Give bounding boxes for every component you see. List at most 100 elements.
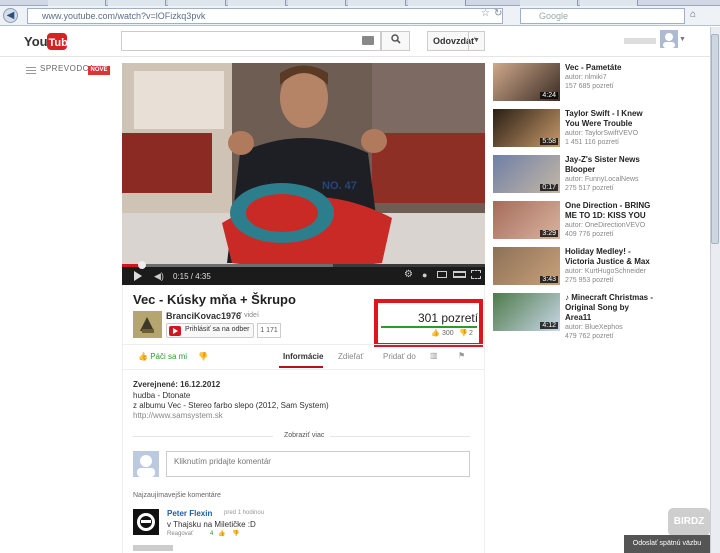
search-button[interactable] bbox=[381, 31, 410, 51]
youtube-logo[interactable]: You Tube bbox=[24, 31, 67, 52]
flag-icon[interactable]: ⚑ bbox=[458, 351, 465, 360]
time-display: 0:15 / 4:35 bbox=[173, 272, 211, 281]
star-icon[interactable]: ☆ bbox=[481, 8, 490, 19]
browser-navbar: ◀ www.youtube.com/watch?v=lOFizkq3pvk ☆ … bbox=[0, 6, 720, 26]
description-link[interactable]: http://www.samsystem.sk bbox=[133, 411, 223, 420]
tab-info[interactable]: Informácie bbox=[283, 352, 323, 361]
published-date: Zverejnené: 16.12.2012 bbox=[133, 380, 221, 389]
tab-share[interactable]: Zdieľať bbox=[338, 352, 363, 361]
youtube-search-input[interactable] bbox=[121, 31, 381, 51]
like-button[interactable]: 👍 Páči sa mi bbox=[138, 352, 187, 361]
commenter-avatar bbox=[133, 451, 159, 477]
account-menu-icon[interactable]: ▼ bbox=[679, 36, 686, 43]
stats-icon[interactable]: ▥ bbox=[430, 351, 438, 360]
search-placeholder: Google bbox=[539, 11, 569, 21]
avatar[interactable] bbox=[660, 30, 678, 48]
video-thumbnail[interactable]: 4:12 bbox=[493, 293, 560, 331]
guide-link[interactable]: SPREVODCA bbox=[40, 64, 95, 78]
related-video-title[interactable]: Vec - Pametáte bbox=[565, 63, 655, 73]
chevron-down-icon[interactable]: ▼ bbox=[468, 32, 480, 50]
gear-icon[interactable]: ⚙ bbox=[404, 269, 413, 280]
wide-player-icon[interactable] bbox=[453, 271, 466, 278]
related-video-author: autor: nlmiki7 bbox=[565, 74, 607, 81]
video-thumbnail[interactable]: 3:29 bbox=[493, 201, 560, 239]
related-video-author: autor: OneDirectionVEVO bbox=[565, 222, 646, 229]
related-video-item[interactable]: 4:12 ♪ Minecraft Christmas - Original Son… bbox=[493, 293, 655, 340]
home-icon[interactable]: ⌂ bbox=[690, 9, 696, 20]
video-duration: 3:43 bbox=[540, 276, 558, 283]
video-title: Vec - Kúsky mňa + Škrupo bbox=[133, 292, 296, 307]
comment-author-avatar[interactable] bbox=[133, 509, 159, 535]
channel-avatar[interactable] bbox=[133, 311, 162, 338]
related-video-views: 275 953 pozretí bbox=[565, 277, 614, 284]
url-text: www.youtube.com/watch?v=lOFizkq3pvk bbox=[42, 11, 206, 21]
small-player-icon[interactable] bbox=[437, 271, 447, 278]
reload-icon[interactable]: ↻ bbox=[494, 8, 502, 19]
username[interactable] bbox=[624, 38, 656, 44]
search-icon bbox=[390, 34, 401, 44]
address-bar[interactable]: www.youtube.com/watch?v=lOFizkq3pvk bbox=[27, 8, 503, 24]
comment-text: v Thajsku na Miletičke :D bbox=[167, 520, 256, 529]
feedback-button[interactable]: Odoslať spätnú väzbu bbox=[624, 535, 710, 553]
related-video-item[interactable]: 3:43 Holiday Medley! - Victoria Justice &… bbox=[493, 247, 653, 291]
related-video-views: 157 685 pozretí bbox=[565, 83, 614, 90]
divider bbox=[133, 436, 273, 437]
related-video-title[interactable]: ♪ Minecraft Christmas - Original Song by… bbox=[565, 293, 655, 323]
related-video-item[interactable]: 4:24 Vec - Pametáte autor: nlmiki7 157 685 … bbox=[493, 63, 653, 107]
video-thumbnail[interactable]: 4:24 bbox=[493, 63, 560, 101]
related-video-author: autor: FunnyLocalNews bbox=[565, 176, 639, 183]
annotations-icon[interactable]: ● bbox=[422, 270, 427, 280]
svg-text:You: You bbox=[24, 34, 48, 49]
related-video-views: 479 762 pozretí bbox=[565, 333, 614, 340]
dislike-button[interactable]: 👎 bbox=[198, 352, 208, 361]
comment-placeholder: Kliknutím pridajte komentár bbox=[174, 457, 271, 466]
comment-author[interactable]: Peter Flexin bbox=[167, 509, 212, 518]
comment-time: pred 1 hodinou bbox=[224, 510, 265, 516]
subscribe-button[interactable]: Prihlásiť sa na odber bbox=[166, 323, 254, 338]
volume-icon[interactable]: ◀) bbox=[154, 271, 164, 282]
video-duration: 4:12 bbox=[540, 322, 558, 329]
related-video-title[interactable]: Holiday Medley! - Victoria Justice & Max bbox=[565, 247, 655, 267]
comment-input[interactable]: Kliknutím pridajte komentár bbox=[166, 451, 470, 477]
masthead: You Tube Odovzdať ▼ ▼ bbox=[0, 27, 720, 57]
show-more-button[interactable]: Zobraziť viac bbox=[284, 432, 324, 439]
reply-link[interactable]: Reagovať bbox=[167, 531, 193, 537]
video-thumbnail[interactable]: 5:58 bbox=[493, 109, 560, 147]
related-video-title[interactable]: One Direction - BRING ME TO 1D: KISS YOU bbox=[565, 201, 655, 221]
watermark-logo: BIRDZ bbox=[668, 508, 710, 536]
fullscreen-icon[interactable] bbox=[471, 270, 481, 279]
scrubber-handle[interactable] bbox=[137, 261, 146, 269]
thumbs-down-icon[interactable]: 👎 bbox=[232, 530, 239, 537]
subscribe-label: Prihlásiť sa na odber bbox=[185, 326, 250, 333]
video-frame: NO. 47 bbox=[122, 63, 485, 285]
guide-menu-icon[interactable] bbox=[26, 67, 36, 74]
video-player[interactable]: NO. 47 bbox=[122, 63, 485, 285]
related-video-item[interactable]: 3:29 One Direction - BRING ME TO 1D: KISS… bbox=[493, 201, 653, 245]
back-icon[interactable]: ◀ bbox=[3, 8, 18, 23]
video-duration: 5:58 bbox=[540, 138, 558, 145]
related-video-title[interactable]: Jay-Z's Sister News Blooper bbox=[565, 155, 655, 175]
related-video-author: autor: BlueXephos bbox=[565, 324, 623, 331]
channel-name[interactable]: BranciKovac1976 bbox=[166, 311, 241, 321]
play-icon[interactable] bbox=[134, 271, 142, 281]
video-thumbnail[interactable]: 0:17 bbox=[493, 155, 560, 193]
related-video-item[interactable]: 5:58 Taylor Swift - I Knew You Were Troub… bbox=[493, 109, 653, 153]
divider bbox=[122, 344, 485, 345]
video-thumbnail[interactable]: 3:43 bbox=[493, 247, 560, 285]
related-video-title[interactable]: Taylor Swift - I Knew You Were Trouble bbox=[565, 109, 655, 129]
video-duration: 3:29 bbox=[540, 230, 558, 237]
video-duration: 4:24 bbox=[540, 92, 558, 99]
upload-button[interactable]: Odovzdať ▼ bbox=[427, 31, 485, 51]
scrollbar-thumb[interactable] bbox=[711, 34, 719, 244]
thumbs-up-icon: 👍 bbox=[138, 352, 151, 361]
buffer-bar bbox=[122, 264, 333, 267]
comment-like-count: 4 bbox=[210, 531, 214, 537]
channel-video-count[interactable]: · 7 videí bbox=[234, 312, 259, 319]
related-video-views: 1 451 116 pozretí bbox=[565, 139, 619, 146]
keyboard-icon[interactable] bbox=[362, 36, 374, 45]
browser-search-input[interactable]: Google bbox=[520, 8, 685, 24]
thumbs-up-icon[interactable]: 👍 bbox=[218, 530, 225, 537]
tab-add-to[interactable]: Pridať do bbox=[383, 352, 416, 361]
red-highlight-box bbox=[374, 299, 483, 347]
related-video-item[interactable]: 0:17 Jay-Z's Sister News Blooper autor: Fu… bbox=[493, 155, 653, 199]
